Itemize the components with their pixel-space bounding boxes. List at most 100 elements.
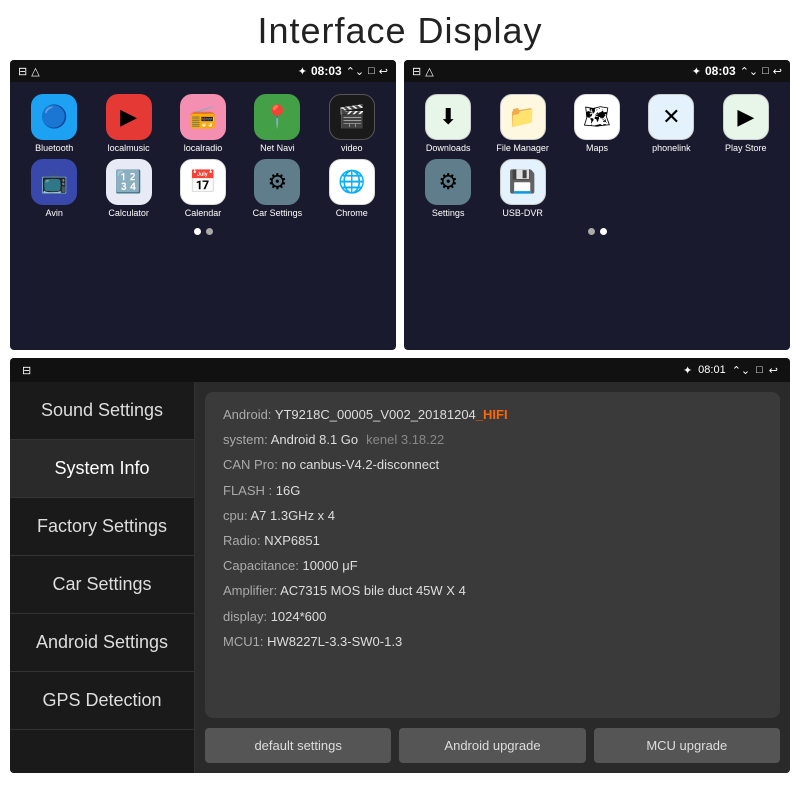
back-icon-right: ↩ <box>773 65 782 78</box>
app-label: Settings <box>432 208 465 218</box>
page-title: Interface Display <box>0 0 800 60</box>
app-label: Calculator <box>108 208 149 218</box>
panel-win-icon: □ <box>756 364 763 376</box>
app-label: Maps <box>586 143 608 153</box>
app-label: localmusic <box>108 143 150 153</box>
action-button[interactable]: default settings <box>205 728 391 763</box>
action-button[interactable]: MCU upgrade <box>594 728 780 763</box>
app-label: Bluetooth <box>35 143 73 153</box>
screenshot-right: ⊟ △ ✦ 08:03 ⌃⌄ □ ↩ ⬇ Downloads 📁 File Ma… <box>404 60 790 350</box>
app-item[interactable]: 💾 USB-DVR <box>488 159 556 218</box>
app-item[interactable]: 🔢 Calculator <box>94 159 162 218</box>
app-item[interactable]: 🗺 Maps <box>563 94 631 153</box>
action-buttons: default settingsAndroid upgrade MCU upgra… <box>195 728 790 773</box>
dot-indicator-left <box>10 224 396 239</box>
info-row: cpu: A7 1.3GHz x 4 <box>223 507 762 525</box>
dot-indicator-right <box>404 224 790 239</box>
app-icon: 💾 <box>500 159 546 205</box>
app-item[interactable]: ⬇ Downloads <box>414 94 482 153</box>
arr-icon-left: ⌃⌄ <box>346 65 364 78</box>
info-row: Capacitance: 10000 μF <box>223 557 762 575</box>
time-left: 08:03 <box>311 64 342 78</box>
app-item[interactable]: ▶ localmusic <box>94 94 162 153</box>
sidebar-item[interactable]: Factory Settings <box>10 498 194 556</box>
app-icon: ⚙ <box>254 159 300 205</box>
panel-home-icon: ⊟ <box>22 365 31 377</box>
app-label: Calendar <box>185 208 222 218</box>
app-grid-left: 🔵 Bluetooth ▶ localmusic 📻 localradio 📍 … <box>10 82 396 224</box>
sidebar-item[interactable]: Car Settings <box>10 556 194 614</box>
panel-status-bar: ⊟ ✦ 08:01 ⌃⌄ □ ↩ <box>10 358 790 382</box>
app-item[interactable]: ✕ phonelink <box>637 94 705 153</box>
app-label: Downloads <box>426 143 471 153</box>
sidebar-item[interactable]: Android Settings <box>10 614 194 672</box>
main-content: Android: YT9218C_00005_V002_20181204_HIF… <box>195 382 790 773</box>
app-item[interactable]: 📺 Avin <box>20 159 88 218</box>
panel-time: 08:01 <box>698 364 726 376</box>
arr-icon-right: ⌃⌄ <box>740 65 758 78</box>
app-icon: ▶ <box>723 94 769 140</box>
panel-bt-icon: ✦ <box>683 364 692 377</box>
home-icon-left: ⊟ <box>18 65 27 78</box>
app-icon: 📍 <box>254 94 300 140</box>
sidebar-item[interactable]: System Info <box>10 440 194 498</box>
app-icon: 📻 <box>180 94 226 140</box>
info-row: Amplifier: AC7315 MOS bile duct 45W X 4 <box>223 582 762 600</box>
app-label: phonelink <box>652 143 691 153</box>
app-icon: ⬇ <box>425 94 471 140</box>
info-row: Android: YT9218C_00005_V002_20181204_HIF… <box>223 406 762 424</box>
app-icon: 📅 <box>180 159 226 205</box>
panel-back-icon: ↩ <box>769 364 778 377</box>
app-item[interactable]: 🎬 video <box>318 94 386 153</box>
status-bar-right: ⊟ △ ✦ 08:03 ⌃⌄ □ ↩ <box>404 60 790 82</box>
sidebar-item[interactable]: GPS Detection <box>10 672 194 730</box>
panel-arr-icon: ⌃⌄ <box>732 364 750 377</box>
action-button[interactable]: Android upgrade <box>399 728 585 763</box>
bt-icon-left: ✦ <box>298 65 307 78</box>
app-icon: 🗺 <box>574 94 620 140</box>
app-label: Net Navi <box>260 143 295 153</box>
bt-icon-right: ✦ <box>692 65 701 78</box>
home-icon-right: ⊟ <box>412 65 421 78</box>
app-icon: 🌐 <box>329 159 375 205</box>
dot-2-right <box>600 228 607 235</box>
info-row: MCU1: HW8227L-3.3-SW0-1.3 <box>223 633 762 651</box>
app-label: localradio <box>184 143 223 153</box>
app-item[interactable]: ⚙ Car Settings <box>243 159 311 218</box>
app-item[interactable]: ▶ Play Store <box>712 94 780 153</box>
app-item[interactable]: 📍 Net Navi <box>243 94 311 153</box>
app-label: Chrome <box>336 208 368 218</box>
info-row: CAN Pro: no canbus-V4.2-disconnect <box>223 456 762 474</box>
info-row: FLASH : 16G <box>223 482 762 500</box>
info-row: display: 1024*600 <box>223 608 762 626</box>
app-icon: ✕ <box>648 94 694 140</box>
app-label: USB-DVR <box>502 208 543 218</box>
info-row: Radio: NXP6851 <box>223 532 762 550</box>
notif-icon-left: △ <box>31 65 39 78</box>
app-item[interactable]: 🌐 Chrome <box>318 159 386 218</box>
app-icon: 📁 <box>500 94 546 140</box>
dot-1-left <box>194 228 201 235</box>
win-icon-left: □ <box>368 65 375 77</box>
app-item[interactable]: ⚙ Settings <box>414 159 482 218</box>
status-bar-left: ⊟ △ ✦ 08:03 ⌃⌄ □ ↩ <box>10 60 396 82</box>
back-icon-left: ↩ <box>379 65 388 78</box>
panel-body: Sound SettingsSystem InfoFactory Setting… <box>10 382 790 773</box>
app-item[interactable]: 🔵 Bluetooth <box>20 94 88 153</box>
app-item[interactable]: 📅 Calendar <box>169 159 237 218</box>
app-icon: ▶ <box>106 94 152 140</box>
sidebar-item[interactable]: Sound Settings <box>10 382 194 440</box>
app-item[interactable]: 📻 localradio <box>169 94 237 153</box>
app-icon: 🔵 <box>31 94 77 140</box>
app-item[interactable]: 📁 File Manager <box>488 94 556 153</box>
app-label: Car Settings <box>253 208 303 218</box>
app-icon: 📺 <box>31 159 77 205</box>
app-icon: 🎬 <box>329 94 375 140</box>
app-label: File Manager <box>496 143 549 153</box>
app-grid-right: ⬇ Downloads 📁 File Manager 🗺 Maps ✕ phon… <box>404 82 790 224</box>
screenshot-left: ⊟ △ ✦ 08:03 ⌃⌄ □ ↩ 🔵 Bluetooth ▶ localmu… <box>10 60 396 350</box>
android-panel: ⊟ ✦ 08:01 ⌃⌄ □ ↩ Sound SettingsSystem In… <box>10 358 790 773</box>
dot-1-right <box>588 228 595 235</box>
win-icon-right: □ <box>762 65 769 77</box>
notif-icon-right: △ <box>425 65 433 78</box>
